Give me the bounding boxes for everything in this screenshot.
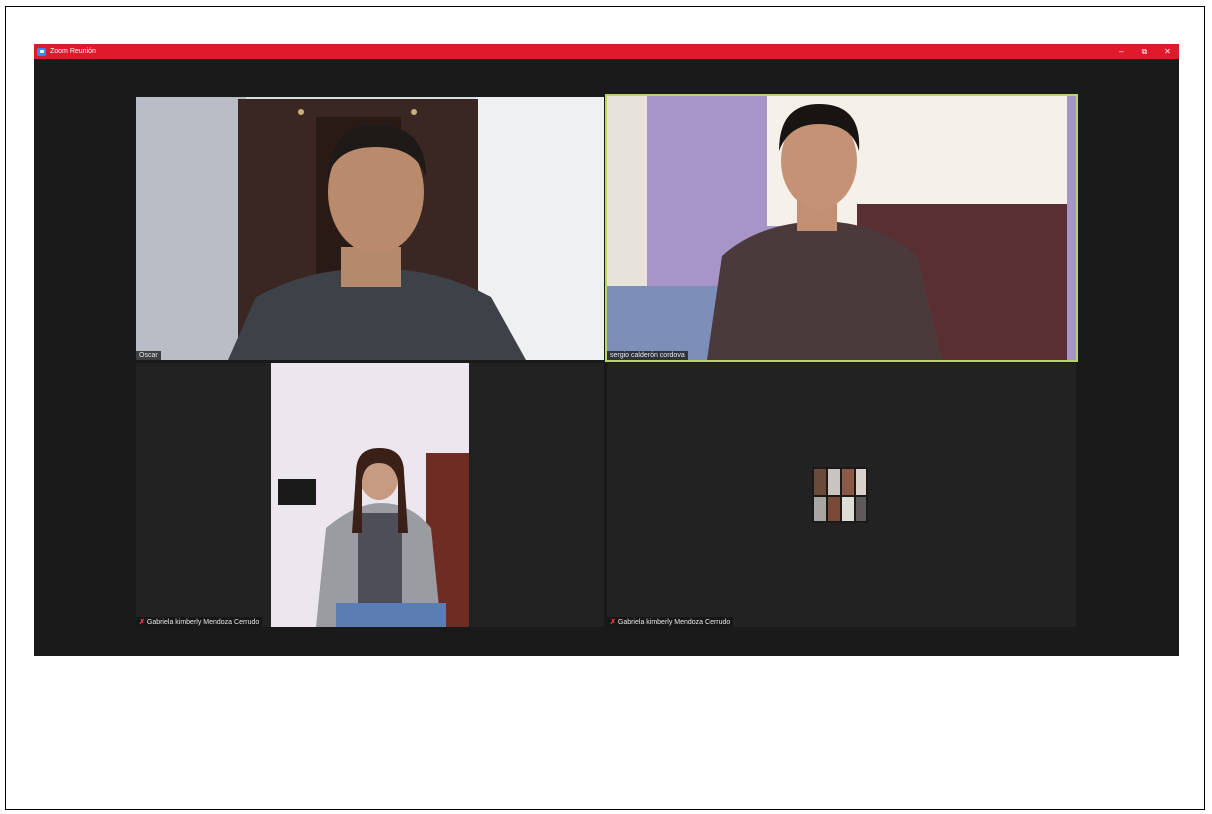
avatar: [812, 467, 868, 523]
video-tile-gabriela[interactable]: ✗ Gabriela kimberly Mendoza Cerrudo: [136, 363, 604, 627]
mic-muted-icon: ✗: [610, 619, 616, 626]
participant-video: [607, 96, 1076, 360]
participant-name: sergio calderón cordova: [610, 352, 685, 359]
participant-video: [136, 97, 604, 360]
zoom-camera-icon: [37, 47, 46, 56]
minimize-button[interactable]: –: [1110, 44, 1133, 59]
zoom-meeting-window: Zoom Reunión – ⧉ ✕ Oscar sergio calderón…: [34, 44, 1179, 656]
participant-name: Oscar: [139, 352, 158, 359]
window-controls: – ⧉ ✕: [1110, 44, 1179, 59]
participant-name: Gabriela kimberly Mendoza Cerrudo: [146, 618, 260, 626]
video-tile-sergio[interactable]: sergio calderón cordova: [605, 94, 1078, 362]
participant-name-tag: ✗ Gabriela kimberly Mendoza Cerrudo: [136, 617, 263, 627]
restore-button[interactable]: ⧉: [1133, 44, 1156, 59]
close-button[interactable]: ✕: [1156, 44, 1179, 59]
participant-video: [136, 363, 604, 627]
window-title: Zoom Reunión: [50, 48, 96, 55]
video-tile-oscar[interactable]: Oscar: [136, 97, 604, 360]
participant-name-tag: ✗ Gabriela kimberly Mendoza Cerrudo: [607, 617, 734, 627]
participant-name-tag: Oscar: [136, 351, 161, 360]
mic-muted-icon: ✗: [139, 619, 145, 626]
participant-name: Gabriela kimberly Mendoza Cerrudo: [617, 618, 731, 626]
video-tile-gabriela-avatar[interactable]: ✗ Gabriela kimberly Mendoza Cerrudo: [607, 363, 1076, 627]
participant-name-tag: sergio calderón cordova: [607, 351, 688, 360]
title-bar[interactable]: Zoom Reunión – ⧉ ✕: [34, 44, 1179, 59]
